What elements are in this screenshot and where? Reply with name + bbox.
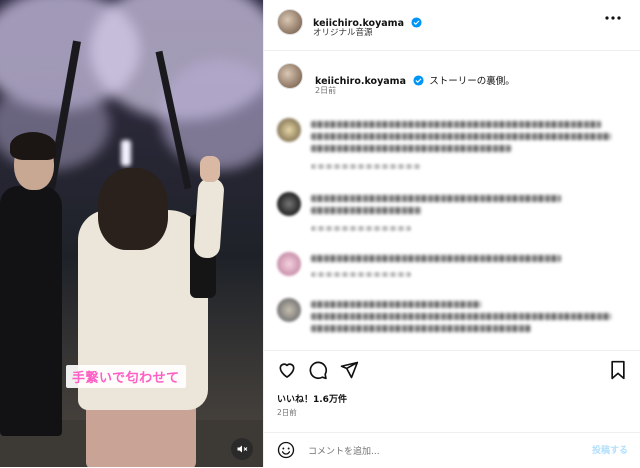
send-icon[interactable] xyxy=(339,360,359,380)
speaker-muted-icon xyxy=(237,445,248,453)
blurred-comment-text xyxy=(311,145,511,152)
blurred-comment-text xyxy=(311,207,421,214)
comment-composer: 投稿する xyxy=(264,432,640,468)
commenter-avatar[interactable] xyxy=(277,118,301,142)
comment-icon[interactable] xyxy=(308,360,328,380)
blurred-comment-text xyxy=(311,195,561,202)
caption-timestamp: 2日前 xyxy=(315,86,337,95)
verified-badge-icon xyxy=(411,17,422,28)
commenter-avatar[interactable] xyxy=(277,298,301,322)
blurred-comment-meta xyxy=(311,226,411,231)
likes-count[interactable]: いいね！1.6万件 xyxy=(277,392,347,405)
blurred-comment-text xyxy=(311,255,561,262)
street-lamp xyxy=(121,140,131,166)
blurred-comment-text xyxy=(311,301,481,308)
blurred-comment-meta xyxy=(311,164,421,169)
avatar[interactable] xyxy=(277,63,303,89)
post-viewer: 手繋いで匂わせて keiichiro.koyama オリジナル音源 keiich… xyxy=(0,0,640,467)
person-woman-hair xyxy=(98,168,168,250)
action-bar xyxy=(277,360,627,382)
heart-icon[interactable] xyxy=(277,360,297,380)
video-caption: 手繋いで匂わせて xyxy=(66,365,186,388)
divider xyxy=(264,350,640,351)
post-header: keiichiro.koyama オリジナル音源 xyxy=(277,9,627,49)
blurred-comment-text xyxy=(311,325,531,332)
more-horizontal-icon[interactable] xyxy=(605,15,621,21)
post-comment-button[interactable]: 投稿する xyxy=(592,443,628,456)
commenter-avatar[interactable] xyxy=(277,252,301,276)
avatar[interactable] xyxy=(277,9,303,35)
person-woman-arm xyxy=(193,177,225,259)
divider xyxy=(264,50,640,51)
blurred-comment-meta xyxy=(311,272,411,277)
blurred-comment-text xyxy=(311,313,611,320)
mute-button[interactable] xyxy=(231,438,253,460)
post-timestamp: 2日前 xyxy=(277,408,297,417)
blurred-comment-text xyxy=(311,133,611,140)
verified-badge-icon xyxy=(413,75,424,86)
emoji-icon[interactable] xyxy=(277,441,295,459)
person-man xyxy=(0,186,62,436)
audio-link[interactable]: オリジナル音源 xyxy=(313,26,373,38)
bookmark-icon[interactable] xyxy=(609,360,627,380)
video-player[interactable]: 手繋いで匂わせて xyxy=(0,0,263,467)
commenter-avatar[interactable] xyxy=(277,192,301,216)
blurred-comment-text xyxy=(311,121,601,128)
person-woman-hand xyxy=(200,156,220,182)
comment-input[interactable] xyxy=(306,443,560,461)
person-man-hair xyxy=(10,132,56,160)
caption-text: ストーリーの裏側。 xyxy=(429,76,515,87)
post-panel: keiichiro.koyama オリジナル音源 keiichiro.koyam… xyxy=(263,0,640,467)
